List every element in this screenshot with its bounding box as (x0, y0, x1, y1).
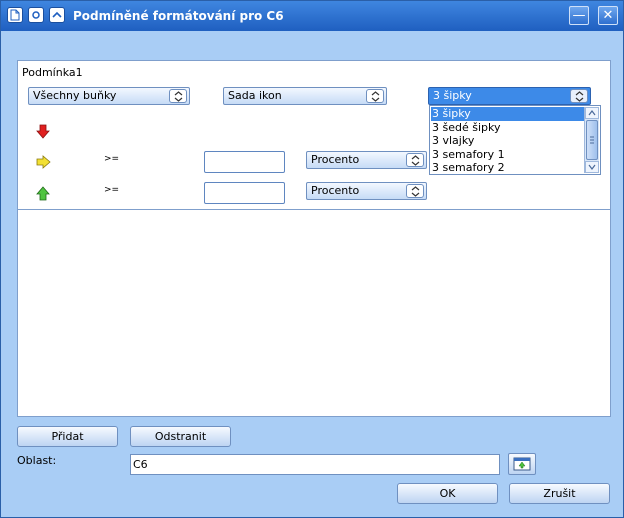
updown-icon (406, 184, 424, 198)
dropdown-option[interactable]: 3 šipky (431, 107, 585, 121)
conditions-list[interactable]: Podmínka1 Všechny buňky Sada ikon 3 šipk… (17, 60, 611, 417)
pin-icon[interactable] (28, 7, 44, 23)
window-title: Podmíněné formátování pro C6 (73, 9, 284, 23)
green-arrow-up-icon (36, 186, 50, 204)
cancel-button[interactable]: Zrušit (509, 483, 610, 504)
red-arrow-down-icon (36, 124, 50, 142)
condition-entry[interactable]: Podmínka1 Všechny buňky Sada ikon 3 šipk… (18, 61, 610, 210)
updown-icon (366, 89, 384, 103)
scroll-down-icon[interactable] (585, 161, 599, 173)
add-button[interactable]: Přidat (17, 426, 118, 447)
threshold-input-1[interactable] (204, 151, 285, 173)
operator-label: >= (104, 154, 120, 164)
unit-value-2: Procento (311, 184, 360, 197)
shade-up-icon[interactable] (49, 7, 65, 23)
icon-set-value: 3 šipky (433, 89, 472, 102)
dropdown-option[interactable]: 3 semafory 1 (431, 148, 585, 162)
range-input[interactable]: C6 (130, 454, 500, 475)
shrink-icon (513, 457, 531, 471)
close-button[interactable]: ✕ (598, 6, 618, 25)
unit-select-2[interactable]: Procento (306, 182, 427, 200)
updown-icon (570, 89, 588, 103)
unit-value-1: Procento (311, 153, 360, 166)
ok-button[interactable]: OK (397, 483, 498, 504)
yellow-arrow-right-icon (36, 155, 51, 172)
apply-to-value: Všechny buňky (33, 89, 117, 102)
dropdown-option[interactable]: 3 šedé šipky (431, 121, 585, 135)
dropdown-scrollbar[interactable] (584, 107, 599, 173)
range-picker-button[interactable] (508, 453, 536, 475)
threshold-input-2[interactable] (204, 182, 285, 204)
remove-button[interactable]: Odstranit (130, 426, 231, 447)
minimize-button[interactable]: — (569, 6, 589, 25)
title-bar[interactable]: Podmíněné formátování pro C6 — ✕ (1, 1, 623, 31)
scroll-thumb[interactable] (586, 120, 598, 160)
unit-select-1[interactable]: Procento (306, 151, 427, 169)
updown-icon (169, 89, 187, 103)
document-icon[interactable] (7, 7, 23, 23)
dropdown-option[interactable]: 3 semafory 2 (431, 161, 585, 175)
scroll-up-icon[interactable] (585, 107, 599, 119)
conditional-formatting-dialog: Podmíněné formátování pro C6 — ✕ Podmínk… (0, 0, 624, 518)
icon-set-dropdown-list[interactable]: 3 šipky 3 šedé šipky 3 vlajky 3 semafory… (429, 105, 601, 175)
operator-label: >= (104, 185, 120, 195)
format-type-select[interactable]: Sada ikon (223, 87, 387, 105)
condition-label: Podmínka1 (22, 66, 83, 79)
range-label: Oblast: (17, 454, 57, 467)
format-type-value: Sada ikon (228, 89, 282, 102)
icon-set-select[interactable]: 3 šipky (428, 87, 591, 105)
updown-icon (406, 153, 424, 167)
apply-to-select[interactable]: Všechny buňky (28, 87, 190, 105)
dropdown-option[interactable]: 3 vlajky (431, 134, 585, 148)
